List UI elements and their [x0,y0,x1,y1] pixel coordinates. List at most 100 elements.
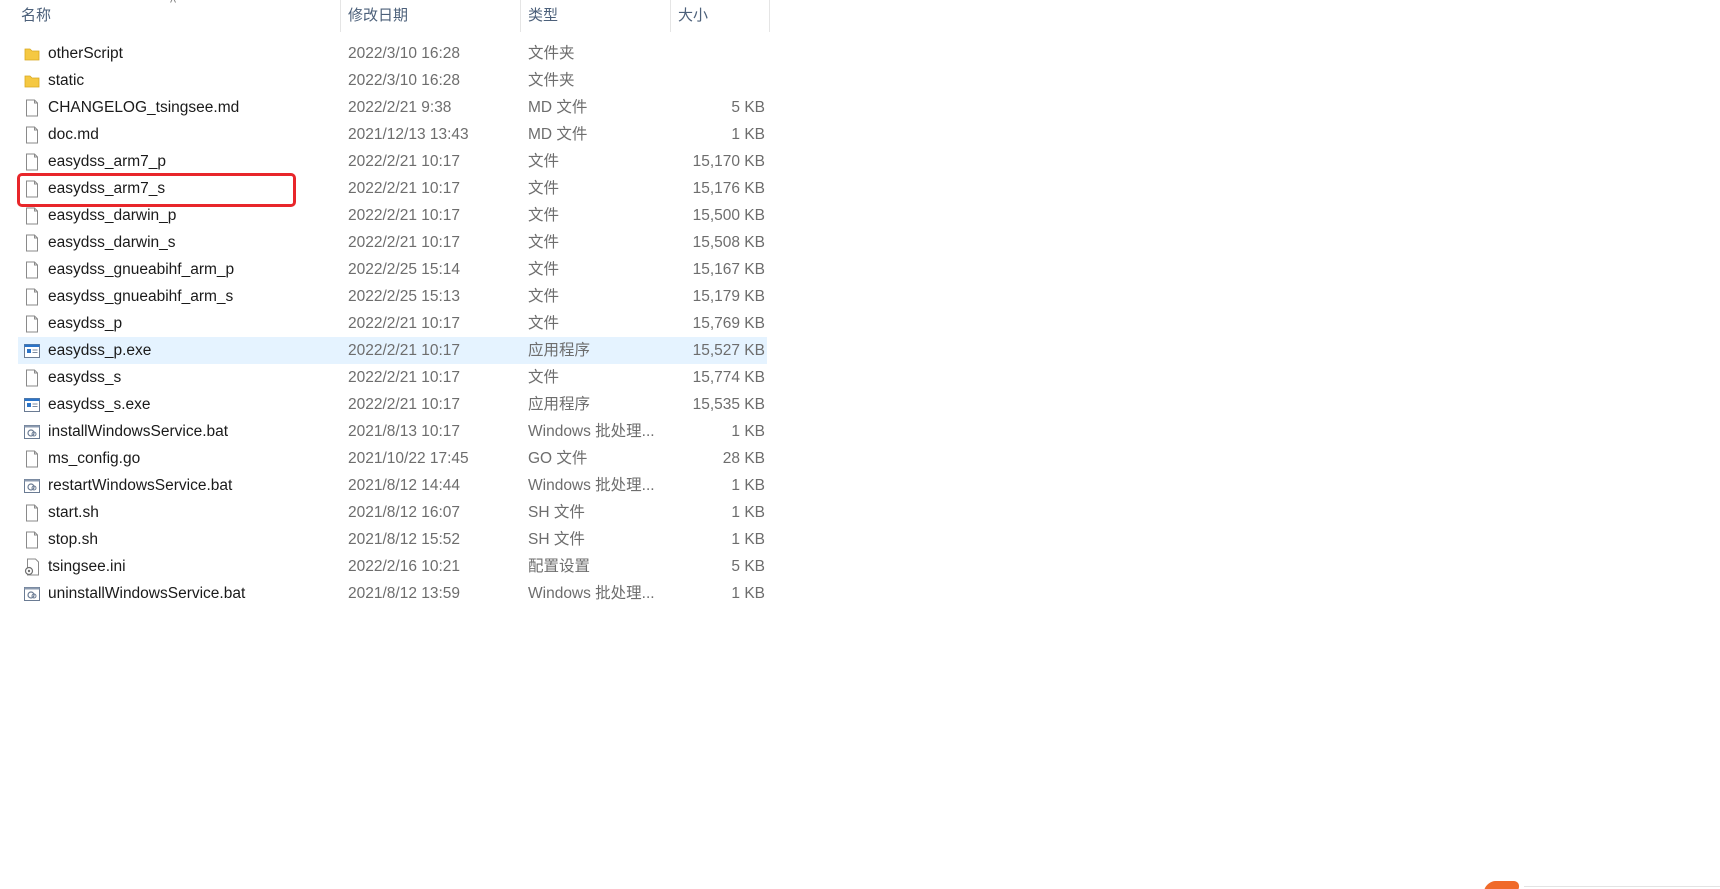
file-row[interactable]: start.sh 2021/8/12 16:07 SH 文件 1 KB [18,499,767,526]
file-icon [24,126,40,144]
file-name[interactable]: easydss_p.exe [48,337,151,364]
file-type: 配置设置 [528,558,591,575]
column-header-type[interactable]: 类型 [528,0,668,32]
file-name[interactable]: CHANGELOG_tsingsee.md [48,94,239,121]
file-row[interactable]: easydss_p.exe 2022/2/21 10:17 应用程序 15,527 K… [18,337,767,364]
file-modified-date: 2021/10/22 17:45 [348,450,469,467]
file-modified-date: 2022/2/25 15:14 [348,261,461,278]
column-header-row: 名称 ^ 修改日期 类型 大小 [0,0,770,32]
file-size: 5 KB [731,558,765,575]
file-type: 文件夹 [528,72,575,89]
file-row[interactable]: easydss_s 2022/2/21 10:17 文件 15,774 KB [18,364,767,391]
file-modified-date: 2022/2/21 10:17 [348,207,461,224]
file-icon [24,180,40,198]
file-modified-date: 2021/8/12 16:07 [348,504,461,521]
column-header-size[interactable]: 大小 [678,0,768,32]
file-row[interactable]: CHANGELOG_tsingsee.md 2022/2/21 9:38 MD 文件… [18,94,767,121]
file-modified-date: 2021/8/12 14:44 [348,477,461,494]
file-icon [24,288,40,306]
file-type: MD 文件 [528,99,588,116]
file-size: 15,500 KB [692,207,765,224]
column-divider[interactable] [520,0,521,32]
file-type: 文件 [528,234,560,251]
file-type: 应用程序 [528,396,591,413]
file-row[interactable]: otherScript 2022/3/10 16:28 文件夹 [18,40,767,67]
file-row[interactable]: easydss_gnueabihf_arm_p 2022/2/25 15:14 文件… [18,256,767,283]
file-name[interactable]: easydss_s [48,364,121,391]
file-name[interactable]: ms_config.go [48,445,140,472]
file-row[interactable]: doc.md 2021/12/13 13:43 MD 文件 1 KB [18,121,767,148]
column-divider[interactable] [340,0,341,32]
column-divider[interactable] [670,0,671,32]
exe-icon [24,342,40,360]
file-modified-date: 2022/3/10 16:28 [348,45,461,62]
file-size: 1 KB [731,126,765,143]
file-name[interactable]: easydss_gnueabihf_arm_s [48,283,233,310]
file-name[interactable]: stop.sh [48,526,98,553]
file-row[interactable]: easydss_s.exe 2022/2/21 10:17 应用程序 15,535 K… [18,391,767,418]
file-size: 15,170 KB [692,153,765,170]
file-type: Windows 批处理... [528,423,655,440]
file-row[interactable]: uninstallWindowsService.bat 2021/8/12 13:… [18,580,767,607]
file-size: 1 KB [731,477,765,494]
sort-ascending-icon: ^ [170,0,177,10]
folder-icon [24,45,40,63]
corner-divider [1524,886,1720,887]
file-type: MD 文件 [528,126,588,143]
bat-icon [24,477,40,495]
file-modified-date: 2021/12/13 13:43 [348,126,469,143]
file-icon [24,315,40,333]
file-name[interactable]: uninstallWindowsService.bat [48,580,245,607]
file-row[interactable]: easydss_arm7_p 2022/2/21 10:17 文件 15,170 KB [18,148,767,175]
file-size: 1 KB [731,531,765,548]
file-name[interactable]: easydss_s.exe [48,391,151,418]
file-size: 1 KB [731,585,765,602]
file-icon [24,207,40,225]
file-row[interactable]: static 2022/3/10 16:28 文件夹 [18,67,767,94]
column-header-date[interactable]: 修改日期 [348,0,518,32]
file-name[interactable]: easydss_arm7_p [48,148,166,175]
file-modified-date: 2022/2/25 15:13 [348,288,461,305]
file-row[interactable]: easydss_p 2022/2/21 10:17 文件 15,769 KB [18,310,767,337]
file-explorer: 名称 ^ 修改日期 类型 大小 otherScript 2022/3/10 16:… [0,0,1720,889]
file-name[interactable]: easydss_arm7_s [48,175,165,202]
column-divider[interactable] [769,0,770,32]
file-icon [24,450,40,468]
file-icon [24,234,40,252]
file-size: 28 KB [722,450,765,467]
file-row[interactable]: restartWindowsService.bat 2021/8/12 14:44… [18,472,767,499]
file-row[interactable]: easydss_gnueabihf_arm_s 2022/2/25 15:13 文件… [18,283,767,310]
file-modified-date: 2022/2/21 9:38 [348,99,452,116]
file-modified-date: 2021/8/12 13:59 [348,585,461,602]
file-row[interactable]: easydss_arm7_s 2022/2/21 10:17 文件 15,176 KB [18,175,767,202]
file-type: GO 文件 [528,450,588,467]
file-name[interactable]: static [48,67,84,94]
file-name[interactable]: installWindowsService.bat [48,418,228,445]
file-name[interactable]: restartWindowsService.bat [48,472,232,499]
file-type: 文件 [528,207,560,224]
file-name[interactable]: otherScript [48,40,123,67]
ini-icon [24,558,40,576]
file-size: 15,527 KB [692,342,765,359]
file-name[interactable]: easydss_p [48,310,122,337]
file-icon [24,531,40,549]
file-row[interactable]: easydss_darwin_s 2022/2/21 10:17 文件 15,508 … [18,229,767,256]
file-modified-date: 2022/2/21 10:17 [348,234,461,251]
file-name[interactable]: easydss_gnueabihf_arm_p [48,256,234,283]
file-name[interactable]: easydss_darwin_s [48,229,176,256]
file-name[interactable]: tsingsee.ini [48,553,126,580]
file-type: 文件 [528,261,560,278]
file-type: 文件 [528,315,560,332]
file-size: 1 KB [731,504,765,521]
file-modified-date: 2022/2/21 10:17 [348,153,461,170]
column-header-name[interactable]: 名称 [21,0,339,32]
file-row[interactable]: stop.sh 2021/8/12 15:52 SH 文件 1 KB [18,526,767,553]
file-name[interactable]: doc.md [48,121,99,148]
file-row[interactable]: easydss_darwin_p 2022/2/21 10:17 文件 15,500 … [18,202,767,229]
file-name[interactable]: easydss_darwin_p [48,202,176,229]
file-row[interactable]: installWindowsService.bat 2021/8/13 10:17… [18,418,767,445]
file-name[interactable]: start.sh [48,499,99,526]
file-modified-date: 2021/8/12 15:52 [348,531,461,548]
file-row[interactable]: ms_config.go 2021/10/22 17:45 GO 文件 28 KB [18,445,767,472]
file-row[interactable]: tsingsee.ini 2022/2/16 10:21 配置设置 5 KB [18,553,767,580]
